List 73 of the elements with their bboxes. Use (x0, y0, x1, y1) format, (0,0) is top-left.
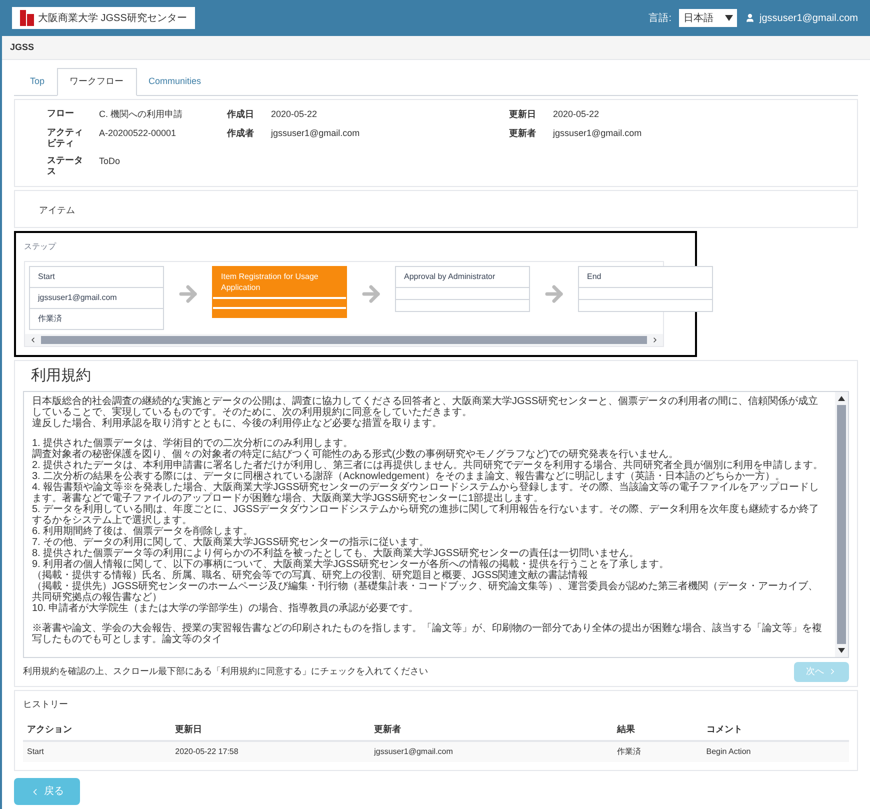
field-value: 2020-05-22 (271, 108, 318, 120)
table-cell: jgssuser1@gmail.com (370, 741, 613, 762)
tab[interactable]: Top (18, 68, 57, 94)
field-label: アクティビティ (47, 127, 84, 149)
table-cell: 2020-05-22 17:58 (171, 741, 370, 762)
user-icon (745, 13, 756, 23)
field-label: 更新者 (509, 127, 537, 140)
field-value: 2020-05-22 (553, 108, 600, 120)
step-title: End (587, 272, 602, 280)
field-label: 更新日 (509, 108, 537, 120)
terms-paragraph: 3. 二次分析の結果を公表する際には、データに同梱されている謝辞（Acknowledgement）をそのまま論文、報告書などに明記します（英語・日本語のどちらか一方）。 (32, 471, 786, 482)
scroll-up-icon[interactable] (838, 396, 845, 401)
field-label: 作成者 (227, 127, 255, 140)
terms-paragraph: 9. 利用者の個人情報に関して、以下の事柄について、大阪商業大学JGSS研究センターが各所への情報の掲載・提供を行うことを了承します。 (32, 559, 670, 570)
instruction-text: 利用規約を確認の上、スクロール最下部にある「利用規約に同意する」にチェックを入れてください (23, 665, 428, 678)
field-label: 作成日 (227, 108, 255, 120)
step-title: Item Registration for Usage Application (221, 272, 318, 292)
terms-paragraph: 4. 報告書類や論文等※を発表した場合、大阪商業大学JGSS研究センターのデータダウンロードシステムから登録します。その際、当該論文等の電子ファイルをアップロードします。著書などで電子ファイルのアップロードが困難な場合、大阪商業大学JGSS研究センターに1部提出します。 (32, 482, 820, 504)
field-value: ToDo (99, 155, 122, 168)
vertical-scrollbar[interactable] (835, 392, 848, 657)
column-header: コメント (702, 718, 849, 741)
scroll-down-icon[interactable] (838, 648, 845, 653)
terms-paragraph: 8. 提供された個票データ等の利用により何らかの不利益を被ったとしても、大阪商業大学JGSS研究センターの責任は一切問いません。 (32, 548, 640, 559)
terms-paragraph: 調査対象者の秘密保護を図り、個々の対象者の特定に結びつく可能性のある形式(少数の事例研究やモノグラフなど)での研究発表を行いません。 (32, 449, 680, 460)
breadcrumb[interactable]: JGSS (10, 40, 34, 54)
table-cell: 作業済 (612, 741, 702, 762)
field-value: A-20200522-00001 (99, 127, 178, 140)
terms-paragraph: 2. 提供されたデータは、本利用申請書に署名した者だけが利用し、第三者には再提供しません。共同研究でデータを利用する場合、共同研究者全員が個別に利用を申請します。 (32, 460, 824, 471)
field-label: フロー (47, 108, 75, 120)
column-header: 結果 (612, 718, 702, 741)
column-header: 更新者 (370, 718, 613, 741)
terms-paragraph: 6. 利用期間終了後は、個票データを削除します。 (32, 526, 254, 537)
section-title: ステップ (24, 242, 56, 250)
terms-paragraph: 5. データを利用している間は、年度ごとに、JGSSデータダウンロードシステムから研究の進捗に関して利用報告を行ないます。その際、データ利用を次年度も継続するか終了するかをシステム上で選択します。 (32, 504, 820, 526)
logo-text: 大阪商業大学 JGSS研究センター (38, 12, 187, 26)
table-cell: Start (23, 741, 172, 762)
tab[interactable]: Communities (136, 68, 214, 94)
step-card[interactable]: End (578, 266, 713, 312)
step-title: Start (38, 272, 55, 280)
language-value: 日本語 (683, 12, 714, 26)
scroll-left-icon[interactable] (29, 336, 37, 344)
section-title: ヒストリー (23, 698, 68, 708)
tab[interactable]: ワークフロー (56, 68, 137, 96)
user-email[interactable]: jgssuser1@gmail.com (759, 10, 858, 26)
field-value: jgssuser1@gmail.com (271, 127, 361, 140)
logo-icon (20, 10, 34, 26)
column-header: アクション (23, 718, 172, 741)
step-card[interactable]: Approval by Administrator (395, 266, 530, 312)
step-user: jgssuser1@gmail.com (38, 292, 117, 302)
terms-title: 利用規約 (30, 366, 92, 386)
terms-paragraph: 7. その他、データの利用に関して、大阪商業大学JGSS研究センターの指示に従います。 (32, 537, 430, 548)
field-label: ステータス (47, 155, 84, 177)
terms-paragraph: （掲載・提供する情報）氏名、所属、職名、研究会等での写真、研究上の役割、研究題目と概要、JGSS関連文献の書誌情報 (32, 570, 588, 581)
step-title: Approval by Administrator (404, 272, 496, 280)
scroll-right-icon[interactable] (651, 336, 659, 344)
terms-paragraph: 違反した場合、利用承認を取り消すとともに、今後の利用停止など必要な措置を取ります。 (32, 418, 443, 429)
field-value: jgssuser1@gmail.com (553, 127, 643, 140)
horizontal-scrollbar[interactable] (25, 334, 663, 346)
terms-paragraph: 10. 申請者が大学院生（または大学の学部学生）の場合、指導教員の承認が必要です。 (32, 603, 420, 614)
terms-paragraph: （掲載・提供先）JGSS研究センターのホームページ及び編集・刊行物（基礎集計表・コードブック、研究論文集等）、運営委員会が認めた第三者機関（データ・アーカイブ、共同研究拠点の報告書など） (32, 581, 820, 603)
terms-paragraph: 1. 提供された個票データは、学術目的での二次分析にのみ利用します。 (32, 438, 354, 449)
step-status: 作業済 (38, 314, 62, 322)
terms-paragraph: 日本版総合的社会調査の継続的な実施とデータの公開は、調査に協力してくださる回答者と、大阪商業大学JGSS研究センターと、個票データの利用者の間に、信頼関係が成立していることで、実現しているものです。そのために、次の利用規約に同意をしていただきます。 (32, 396, 820, 418)
terms-paragraph: ※著書や論文、学会の大会報告、授業の実習報告書などの印刷されたものを指します。「論文等」が、印刷物の一部分であり全体の提出が困難な場合、該当する「論文等」を複写したものでも可とします。論文等のタイ (32, 623, 823, 645)
field-value: C. 機関への利用申請 (99, 108, 184, 120)
dropdown-caret-icon (725, 15, 734, 21)
section-title: アイテム (39, 204, 75, 214)
chevron-right-icon (828, 667, 837, 676)
language-select[interactable]: 日本語 (679, 9, 738, 27)
table-cell: Begin Action (702, 741, 849, 762)
language-label: 言語: (648, 12, 672, 26)
column-header: 更新日 (171, 718, 370, 741)
step-card[interactable]: Start jgssuser1@gmail.com 作業済 (29, 266, 164, 330)
